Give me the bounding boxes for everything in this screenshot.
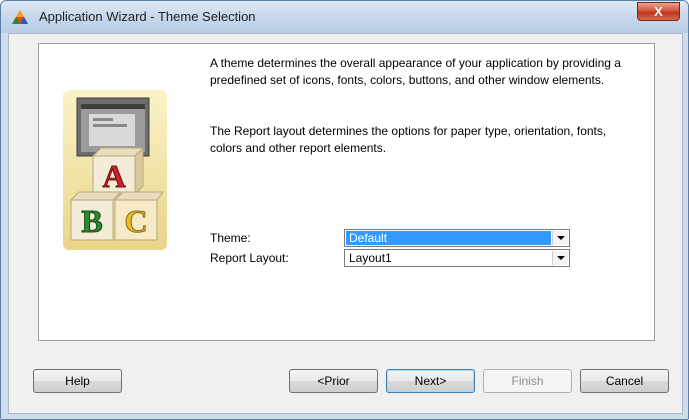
content-panel: A B C A theme determines the overall app… bbox=[38, 43, 655, 341]
theme-select[interactable]: Default bbox=[344, 229, 570, 247]
block-letter-c: C bbox=[124, 203, 147, 239]
next-button[interactable]: Next> bbox=[386, 369, 475, 393]
close-button[interactable]: X bbox=[637, 2, 680, 21]
theme-dropdown-button[interactable] bbox=[552, 231, 568, 245]
theme-select-value: Default bbox=[346, 231, 551, 245]
help-button[interactable]: Help bbox=[33, 369, 122, 393]
title-bar[interactable]: Application Wizard - Theme Selection X bbox=[1, 1, 688, 33]
close-icon: X bbox=[654, 4, 663, 19]
wizard-window: Application Wizard - Theme Selection X A… bbox=[0, 0, 689, 420]
finish-button[interactable]: Finish bbox=[483, 369, 572, 393]
report-layout-description: The Report layout determines the options… bbox=[210, 124, 607, 155]
cancel-button[interactable]: Cancel bbox=[580, 369, 669, 393]
app-logo-icon bbox=[12, 10, 28, 24]
report-layout-dropdown-button[interactable] bbox=[552, 251, 568, 265]
report-layout-select[interactable]: Layout1 bbox=[344, 249, 570, 267]
block-letter-b: B bbox=[81, 203, 102, 239]
report-layout-label: Report Layout: bbox=[210, 251, 289, 265]
block-letter-a: A bbox=[102, 158, 125, 194]
theme-label: Theme: bbox=[210, 231, 251, 245]
chevron-down-icon bbox=[556, 236, 565, 240]
prior-button[interactable]: <Prior bbox=[289, 369, 378, 393]
report-layout-select-value: Layout1 bbox=[349, 251, 392, 265]
dialog-body: A B C A theme determines the overall app… bbox=[8, 33, 683, 414]
theme-description: A theme determines the overall appearanc… bbox=[210, 56, 621, 87]
chevron-down-icon bbox=[556, 256, 565, 260]
abc-blocks-illustration: A B C bbox=[63, 90, 167, 250]
window-title: Application Wizard - Theme Selection bbox=[39, 9, 256, 24]
